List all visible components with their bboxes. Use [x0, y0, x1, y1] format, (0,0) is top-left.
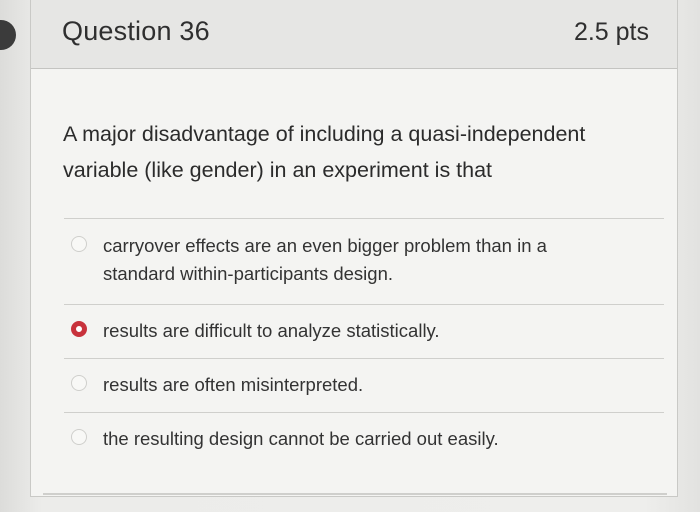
- question-title: Question 36: [62, 16, 210, 46]
- radio-button[interactable]: [71, 429, 87, 445]
- answer-label[interactable]: results are often misinterpreted.: [103, 371, 623, 399]
- question-header: Question 36 2.5 pts: [31, 0, 677, 69]
- answer-divider: [64, 412, 664, 413]
- quiz-page: Question 36 2.5 pts A major disadvantage…: [0, 0, 700, 512]
- radio-button-selected[interactable]: [71, 321, 87, 337]
- answer-divider: [64, 304, 664, 305]
- answer-divider: [64, 358, 664, 359]
- card-bottom-border: [43, 493, 667, 495]
- answer-label[interactable]: the resulting design cannot be carried o…: [103, 425, 623, 453]
- question-text: A major disadvantage of including a quas…: [63, 122, 586, 182]
- answer-label[interactable]: carryover effects are an even bigger pro…: [103, 232, 623, 288]
- answer-label[interactable]: results are difficult to analyze statist…: [103, 317, 623, 345]
- question-card: Question 36 2.5 pts A major disadvantage…: [30, 0, 678, 497]
- radio-button[interactable]: [71, 375, 87, 391]
- answer-divider: [64, 218, 664, 219]
- radio-button[interactable]: [71, 236, 87, 252]
- question-flag-marker[interactable]: [0, 20, 16, 50]
- question-points: 2.5 pts: [573, 18, 649, 46]
